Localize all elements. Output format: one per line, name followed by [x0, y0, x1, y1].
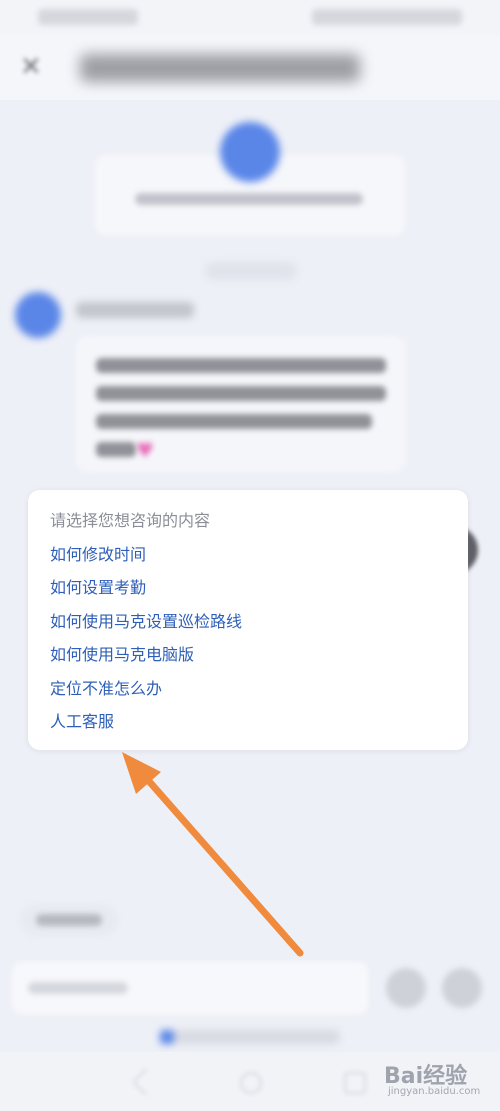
powered-by-bar [160, 1030, 340, 1044]
arrow-shaft [136, 767, 304, 957]
annotation-arrow [122, 752, 304, 957]
quick-reply-chip[interactable] [20, 904, 118, 936]
message-input[interactable] [12, 962, 368, 1014]
emoji-icon[interactable] [386, 968, 426, 1008]
home-icon[interactable] [240, 1072, 262, 1094]
plus-icon[interactable] [442, 968, 482, 1008]
recent-apps-icon[interactable] [344, 1072, 366, 1094]
input-placeholder-blurred [28, 982, 128, 994]
back-icon[interactable] [131, 1067, 161, 1097]
watermark: Bai经验 jingyan.baidu.com [380, 1054, 496, 1106]
quick-reply-text-blurred [36, 914, 102, 926]
brand-dot-icon [160, 1030, 174, 1044]
watermark-url: jingyan.baidu.com [388, 1086, 481, 1097]
